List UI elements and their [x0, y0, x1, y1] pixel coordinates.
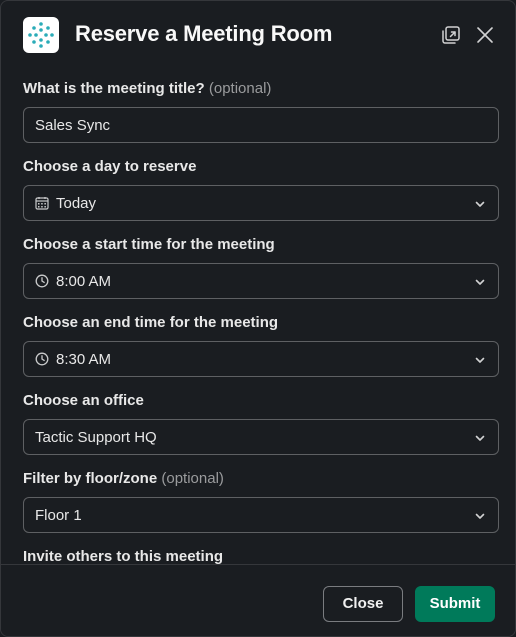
floor-select[interactable]: Floor 1: [23, 497, 499, 533]
close-button[interactable]: Close: [323, 586, 403, 622]
floor-value: Floor 1: [35, 507, 82, 524]
start-time-value: 8:00 AM: [56, 273, 112, 290]
day-value: Today: [56, 195, 97, 212]
start-time-select[interactable]: 8:00 AM: [23, 263, 499, 299]
chevron-down-icon: [475, 201, 485, 207]
submit-button[interactable]: Submit: [415, 586, 495, 622]
modal-title: Reserve a Meeting Room: [75, 21, 333, 46]
day-label: Choose a day to reserve: [23, 158, 197, 175]
open-in-window-icon[interactable]: [440, 24, 462, 46]
end-time-select[interactable]: 8:30 AM: [23, 341, 499, 377]
modal-header: Reserve a Meeting Room: [1, 1, 515, 71]
start-time-label: Choose a start time for the meeting: [23, 236, 275, 253]
day-select[interactable]: Today: [23, 185, 499, 221]
meeting-title-input[interactable]: Sales Sync: [23, 107, 499, 143]
calendar-icon: [35, 197, 49, 210]
chevron-down-icon: [475, 357, 485, 363]
floor-label: Filter by floor/zone (optional): [23, 470, 224, 487]
chevron-down-icon: [475, 435, 485, 441]
modal-footer: Close Submit: [1, 564, 515, 636]
end-time-label: Choose an end time for the meeting: [23, 314, 279, 331]
optional-hint: (optional): [161, 470, 224, 487]
modal-body: What is the meeting title? (optional) Sa…: [1, 71, 515, 564]
meeting-title-label: What is the meeting title? (optional): [23, 80, 271, 97]
office-select[interactable]: Tactic Support HQ: [23, 419, 499, 455]
reserve-room-modal: Reserve a Meeting Room What is the meeti…: [0, 0, 516, 637]
invite-label: Invite others to this meeting: [23, 548, 224, 564]
meeting-title-label-text: What is the meeting title?: [23, 80, 205, 97]
clock-icon: [35, 352, 49, 366]
end-time-value: 8:30 AM: [56, 351, 112, 368]
office-label: Choose an office: [23, 392, 144, 409]
office-value: Tactic Support HQ: [35, 429, 157, 446]
floor-label-text: Filter by floor/zone: [23, 470, 158, 487]
meeting-title-value: Sales Sync: [35, 117, 111, 134]
chevron-down-icon: [475, 279, 485, 285]
clock-icon: [35, 274, 49, 288]
optional-hint: (optional): [208, 80, 272, 97]
chevron-down-icon: [475, 513, 485, 519]
close-icon[interactable]: [474, 24, 496, 46]
app-logo-icon: [23, 17, 59, 53]
